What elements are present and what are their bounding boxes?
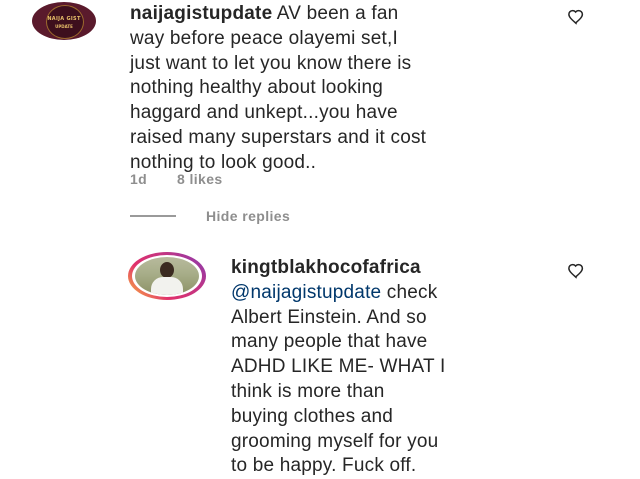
comment-line: just want to let you know there is xyxy=(130,52,412,74)
avatar-badge xyxy=(46,5,84,39)
comment-timestamp: 1d xyxy=(130,171,148,187)
reply-body: kingtblakhocofafrica @naijagistupdate ch… xyxy=(231,256,571,479)
comment-body: naijagistupdate AV been a fan way before… xyxy=(130,2,570,176)
reply-line: Albert Einstein. And so xyxy=(231,306,427,328)
avatar-logo-text: NAIJA GIST xyxy=(47,16,81,22)
comment-username[interactable]: naijagistupdate xyxy=(130,3,272,24)
reply-line: grooming myself for you xyxy=(231,430,439,452)
replier-avatar-story-ring[interactable] xyxy=(128,252,206,300)
reply-mention-link[interactable]: @naijagistupdate xyxy=(231,282,381,303)
replier-avatar[interactable] xyxy=(132,255,202,297)
reply-line: think is more than xyxy=(231,380,385,402)
like-reply-button[interactable] xyxy=(566,262,586,280)
comment-line: way before peace olayemi set,I xyxy=(130,27,398,49)
avatar-figure-body xyxy=(151,277,183,295)
avatar-figure-head xyxy=(160,262,174,278)
comment-likes-count[interactable]: 8 likes xyxy=(177,171,223,187)
replies-divider xyxy=(130,215,176,217)
like-comment-button[interactable] xyxy=(566,8,586,26)
hide-replies-button[interactable]: Hide replies xyxy=(206,208,290,224)
comment-line: nothing healthy about looking xyxy=(130,77,383,99)
comment-line: raised many superstars and it cost xyxy=(130,126,427,148)
reply-line: ADHD LIKE ME- WHAT I xyxy=(231,356,446,378)
comment-line: haggard and unkept...you have xyxy=(130,102,398,124)
reply-line: buying clothes and xyxy=(231,405,394,427)
reply-line: to be happy. Fuck off. xyxy=(231,455,417,477)
commenter-avatar[interactable]: NAIJA GIST UPDATE xyxy=(32,2,96,40)
avatar-logo-subtext: UPDATE xyxy=(55,24,73,29)
replier-avatar-photo xyxy=(135,257,199,295)
reply-line: many people that have xyxy=(231,331,428,353)
heart-outline-icon xyxy=(568,263,584,279)
reply-line: check xyxy=(381,281,438,303)
comment-line: AV been a fan xyxy=(272,3,399,24)
heart-outline-icon xyxy=(568,9,584,25)
reply-username[interactable]: kingtblakhocofafrica xyxy=(231,257,421,278)
